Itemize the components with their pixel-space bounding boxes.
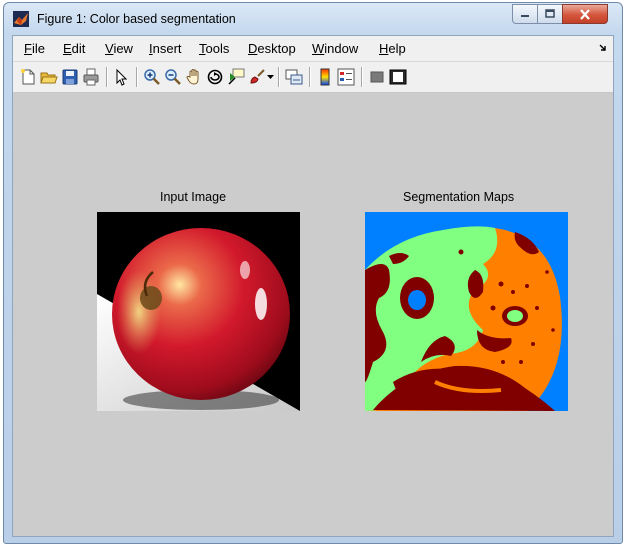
pan-icon[interactable] bbox=[185, 68, 203, 86]
hide-plot-tools-icon[interactable] bbox=[368, 68, 386, 86]
insert-legend-icon[interactable] bbox=[337, 68, 355, 86]
edit-plot-icon[interactable] bbox=[113, 68, 131, 86]
axes-title-segmentation-maps: Segmentation Maps bbox=[403, 190, 515, 204]
menu-bar: File Edit View Insert Tools Desktop Wind… bbox=[13, 36, 613, 62]
toolbar-separator bbox=[136, 67, 137, 87]
menu-edit[interactable]: Edit bbox=[63, 41, 85, 56]
menu-window[interactable]: Window bbox=[312, 41, 358, 56]
figure-window: Figure 1: Color based segmentation File … bbox=[3, 2, 623, 544]
axes-title-input-image: Input Image bbox=[160, 190, 227, 204]
rotate-3d-icon[interactable] bbox=[206, 68, 224, 86]
link-plot-icon[interactable] bbox=[285, 68, 303, 86]
input-image-axes[interactable] bbox=[97, 212, 300, 411]
toolbar-separator bbox=[278, 67, 279, 87]
open-file-icon[interactable] bbox=[40, 68, 58, 86]
maximize-icon bbox=[545, 9, 555, 18]
menu-help[interactable]: Help bbox=[379, 41, 406, 56]
title-bar[interactable]: Figure 1: Color based segmentation bbox=[4, 3, 622, 33]
dock-arrow-icon[interactable] bbox=[599, 44, 607, 52]
menu-desktop[interactable]: Desktop bbox=[248, 41, 296, 56]
toolbar-separator bbox=[106, 67, 107, 87]
window-title: Figure 1: Color based segmentation bbox=[37, 12, 236, 26]
menu-tools[interactable]: Tools bbox=[199, 41, 229, 56]
toolbar-separator bbox=[361, 67, 362, 87]
brush-dropdown-icon[interactable] bbox=[267, 75, 274, 80]
menu-file[interactable]: File bbox=[24, 41, 45, 56]
maximize-button[interactable] bbox=[537, 4, 563, 24]
zoom-in-icon[interactable] bbox=[143, 68, 161, 86]
close-button[interactable] bbox=[562, 4, 608, 24]
toolbar bbox=[13, 62, 613, 93]
matlab-logo-icon bbox=[13, 11, 29, 27]
toolbar-separator bbox=[309, 67, 310, 87]
menu-insert[interactable]: Insert bbox=[149, 41, 182, 56]
print-icon[interactable] bbox=[82, 68, 100, 86]
show-plot-tools-icon[interactable] bbox=[389, 68, 407, 86]
minimize-icon bbox=[521, 15, 529, 17]
client-area: File Edit View Insert Tools Desktop Wind… bbox=[12, 35, 614, 537]
close-icon bbox=[580, 8, 590, 20]
brush-icon[interactable] bbox=[248, 68, 266, 86]
insert-colorbar-icon[interactable] bbox=[316, 68, 334, 86]
minimize-button[interactable] bbox=[512, 4, 538, 24]
figure-canvas: Input Image Segmentation Maps bbox=[13, 93, 613, 536]
data-cursor-icon[interactable] bbox=[227, 68, 245, 86]
zoom-out-icon[interactable] bbox=[164, 68, 182, 86]
save-icon[interactable] bbox=[61, 68, 79, 86]
segmentation-map-axes[interactable] bbox=[365, 212, 568, 411]
new-figure-icon[interactable] bbox=[19, 68, 37, 86]
menu-view[interactable]: View bbox=[105, 41, 133, 56]
